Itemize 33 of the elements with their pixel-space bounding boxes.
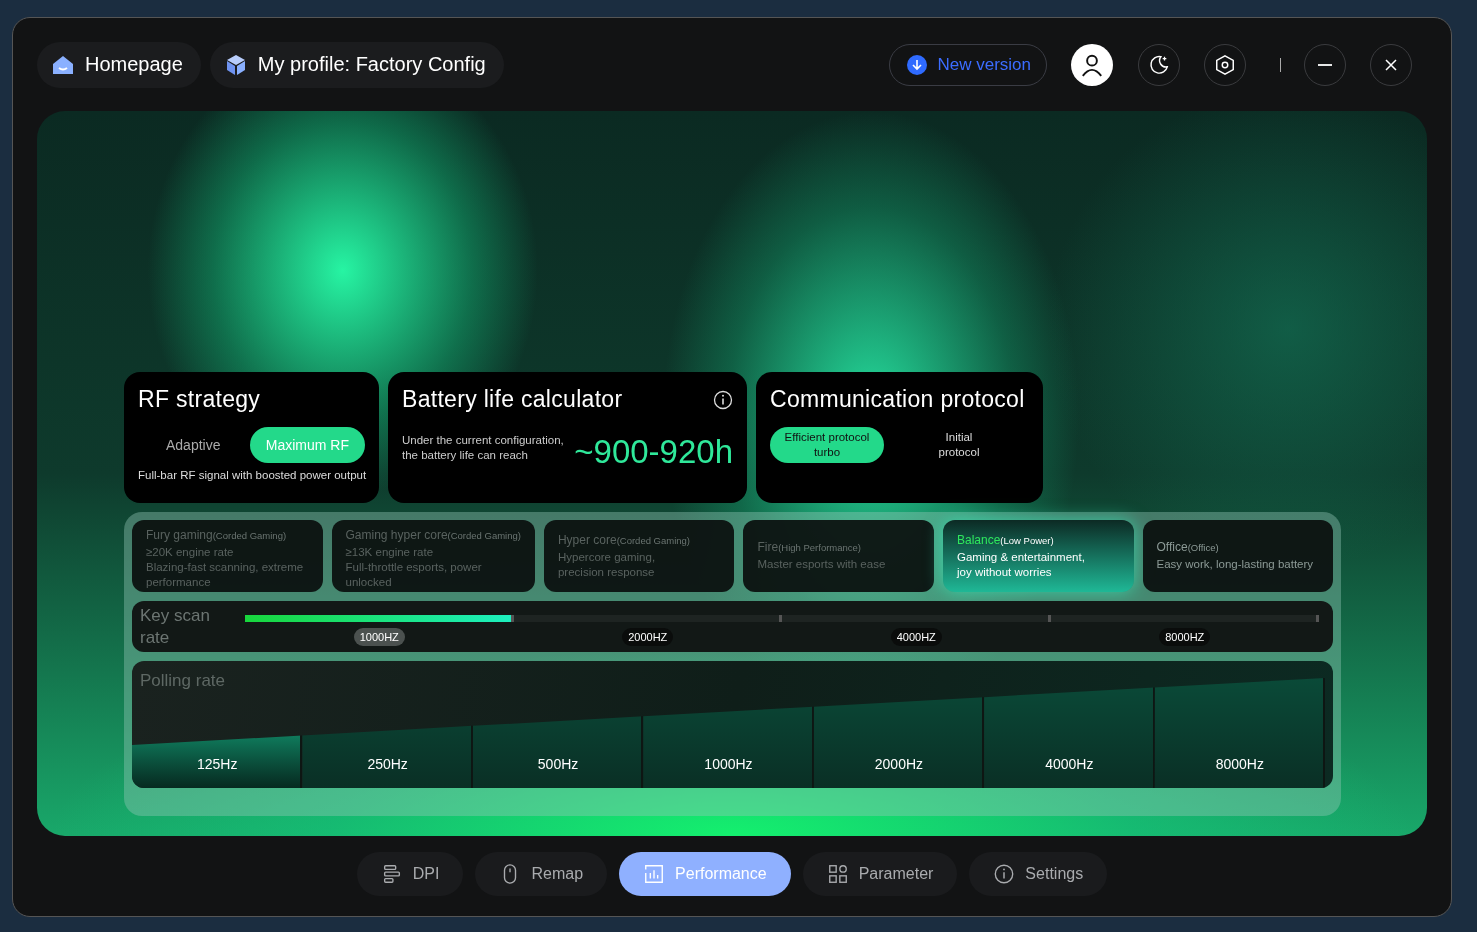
nav-tab[interactable]: DPI bbox=[356, 852, 464, 896]
rate-stop[interactable]: 2000HZ bbox=[622, 628, 674, 646]
card-title: Battery life calculator bbox=[402, 386, 623, 413]
battery-life-value: ~900-920h bbox=[574, 433, 733, 471]
rf-description: Full-bar RF signal with boosted power output bbox=[138, 469, 365, 481]
slider-track[interactable] bbox=[245, 615, 1319, 622]
grid-icon bbox=[826, 863, 849, 885]
moon-icon bbox=[1148, 53, 1170, 76]
battery-note: Under the current configuration, the battery life can reach bbox=[402, 433, 564, 463]
polling-rate-label: Polling rate bbox=[140, 671, 226, 691]
key-scan-label: Key scan rate bbox=[140, 605, 211, 649]
profile-tab[interactable]: My profile: Factory Config bbox=[209, 41, 504, 88]
info-icon bbox=[993, 863, 1016, 885]
mode-card[interactable]: Balance(Low Power) Gaming & entertainment, joy without worries bbox=[943, 520, 1134, 592]
download-icon bbox=[907, 54, 928, 75]
card-title: Communication protocol bbox=[770, 386, 1026, 413]
homepage-tab[interactable]: Homepage bbox=[37, 41, 201, 88]
minimize-icon bbox=[1317, 63, 1333, 66]
nav-tab[interactable]: Remap bbox=[475, 852, 608, 896]
nav-tab[interactable]: Parameter bbox=[802, 852, 958, 896]
mode-card[interactable]: Office(Office) Easy work, long-lasting battery bbox=[1142, 520, 1333, 592]
rate-stop[interactable]: 4000HZ bbox=[890, 628, 942, 646]
settings-icon bbox=[1214, 53, 1236, 76]
protocol-option[interactable]: Efficient protocol turbo bbox=[770, 427, 884, 463]
nav-tab[interactable]: Settings bbox=[969, 852, 1108, 896]
protocol-option[interactable]: Initial protocol bbox=[902, 427, 1016, 463]
rate-stop[interactable]: 8000HZ bbox=[1159, 628, 1211, 646]
rf-option[interactable]: Adaptive bbox=[150, 427, 237, 463]
card-title: RF strategy bbox=[138, 386, 262, 413]
chart-icon bbox=[643, 863, 666, 885]
info-icon[interactable] bbox=[713, 389, 733, 410]
avatar-button[interactable] bbox=[1071, 43, 1113, 86]
rate-stop[interactable]: 1000HZ bbox=[353, 628, 405, 646]
